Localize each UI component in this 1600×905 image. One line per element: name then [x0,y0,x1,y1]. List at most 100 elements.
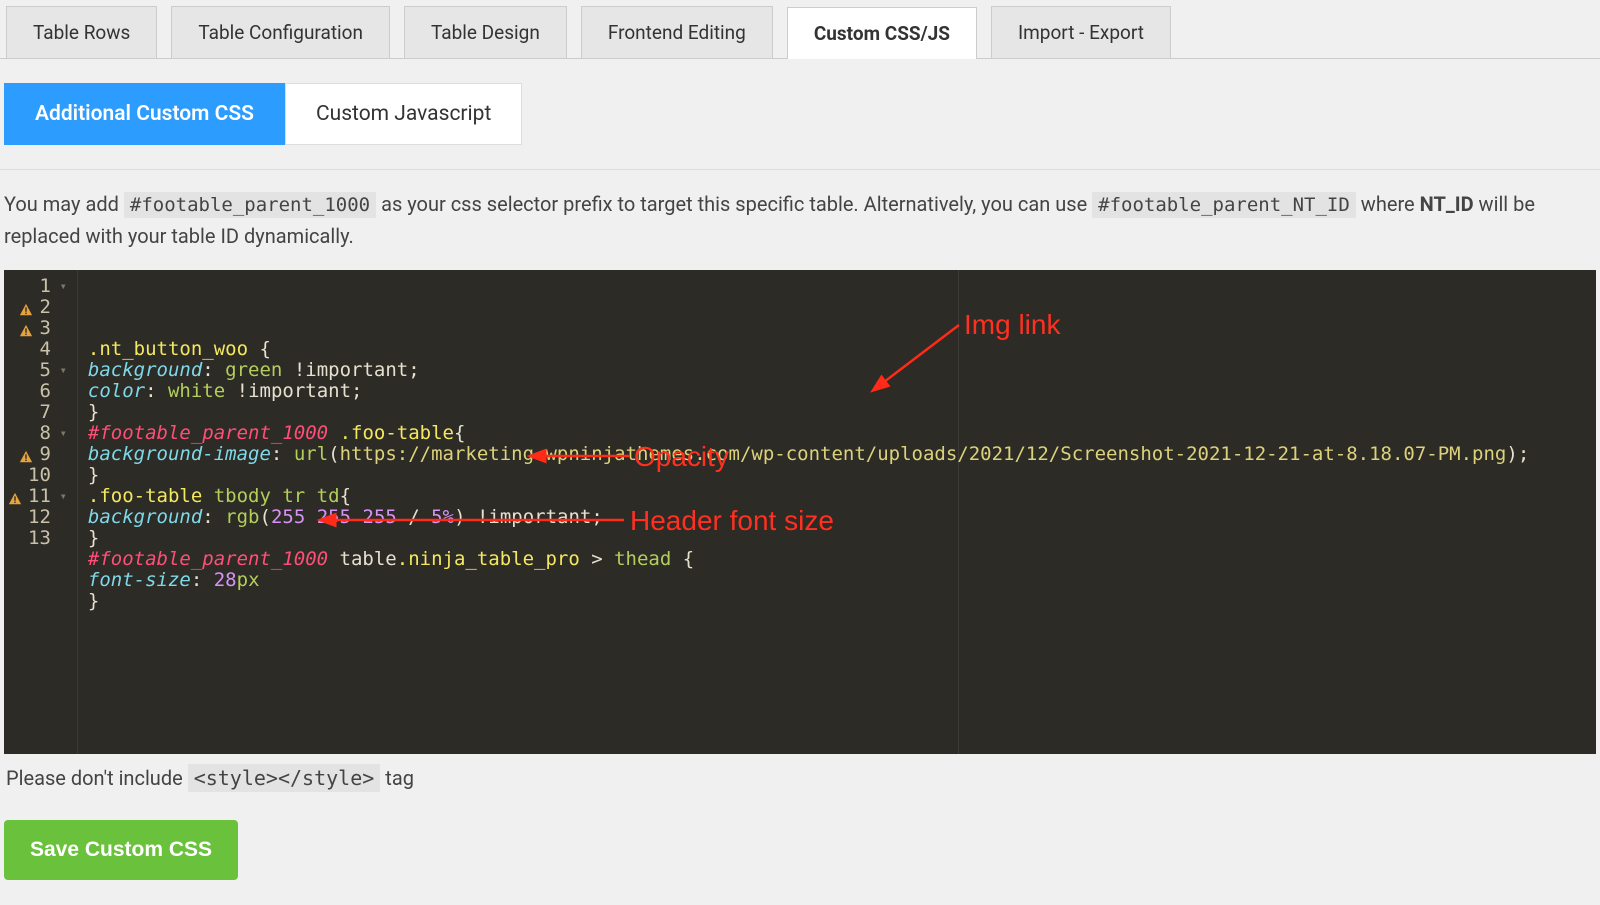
code-token: url [294,443,328,465]
code-line[interactable]: background: rgb(255 255 255 / 5%) !impor… [88,507,1586,528]
top-tab-bar: Table Rows Table Configuration Table Desig… [0,0,1600,59]
code-token: ; [408,359,419,381]
css-help-text: You may add #footable_parent_1000 as you… [0,169,1600,270]
line-number: 7 [39,402,50,423]
print-margin [958,270,959,754]
code-token: tbody tr td [214,485,340,507]
code-token: !important [282,359,408,381]
sub-tab-additional-custom-css[interactable]: Additional Custom CSS [4,83,285,145]
gutter-row: 9 [8,444,67,465]
code-token: ) [454,506,465,528]
code-token: { [683,548,694,570]
code-token: green [225,359,282,381]
line-number: 6 [39,381,50,402]
code-token: !important [225,380,351,402]
code-line[interactable]: background-image: url(https://marketing.… [88,444,1586,465]
help-text-part: as your css selector prefix to target th… [381,192,1092,216]
code-token: ; [591,506,602,528]
code-token [328,422,339,444]
code-token: ; [1518,443,1529,465]
code-token: .foo-table [340,422,454,444]
code-token: px [237,569,260,591]
sub-tab-bar: Additional Custom CSSCustom Javascript [0,59,1600,169]
code-token: { [454,422,465,444]
code-token: background-image [88,443,271,465]
code-token: .foo-table [88,485,214,507]
code-token: rgb [225,506,259,528]
code-token: color [88,380,145,402]
code-line[interactable]: color: white !important; [88,381,1586,402]
code-token: } [88,464,99,486]
tab-table-rows[interactable]: Table Rows [6,6,157,58]
tab-table-design[interactable]: Table Design [404,6,567,58]
code-token: } [88,527,99,549]
gutter-row: 2 [8,297,67,318]
code-token: thead [614,548,683,570]
selector-code-2: #footable_parent_NT_ID [1092,192,1356,218]
line-number: 8 [39,423,50,444]
tab-table-configuration[interactable]: Table Configuration [171,6,390,58]
gutter-row: 6 [8,381,67,402]
code-token: white [168,380,225,402]
tab-custom-css-js[interactable]: Custom CSS/JS [787,7,977,59]
code-token: 28 [214,569,237,591]
code-token: background [88,359,202,381]
gutter-row: 7 [8,402,67,423]
code-token: { [259,338,270,360]
code-line[interactable]: #footable_parent_1000 .foo-table{ [88,423,1586,444]
code-token: .ninja_table_pro [397,548,580,570]
code-token: ( [328,443,339,465]
code-line[interactable]: } [88,591,1586,612]
fold-icon[interactable]: ▾ [57,280,67,293]
line-number: 2 [39,297,50,318]
sub-tab-custom-javascript[interactable]: Custom Javascript [285,83,522,145]
tab-import-export[interactable]: Import - Export [991,6,1171,58]
help-text-part: where [1361,192,1420,216]
line-number: 4 [39,339,50,360]
code-token: } [88,590,99,612]
warning-icon [8,490,22,504]
selector-code-1: #footable_parent_1000 [124,192,376,218]
code-token [305,506,316,528]
code-token: : [271,443,294,465]
code-line[interactable]: } [88,402,1586,423]
editor-code-area[interactable]: .nt_button_woo {background: green !impor… [78,270,1596,754]
code-token: ) [1506,443,1517,465]
line-number: 11 [28,486,51,507]
code-token: : [202,506,225,528]
line-number: 3 [39,318,50,339]
code-line[interactable]: background: green !important; [88,360,1586,381]
warning-icon [19,448,33,462]
code-token: / [397,506,431,528]
fold-icon[interactable]: ▾ [57,490,67,503]
line-number: 12 [28,507,51,528]
line-number: 9 [39,444,50,465]
gutter-row: 1▾ [8,276,67,297]
code-token: : [202,359,225,381]
fold-icon[interactable]: ▾ [57,364,67,377]
gutter-row: 12 [8,507,67,528]
code-line[interactable]: } [88,465,1586,486]
code-token: 255 [271,506,305,528]
code-token: font-size [88,569,191,591]
gutter-row: 4 [8,339,67,360]
save-custom-css-button[interactable]: Save Custom CSS [4,820,238,880]
footer-note: Please don't include <style></style> tag [0,754,1600,802]
code-token: : [145,380,168,402]
fold-icon[interactable]: ▾ [57,427,67,440]
code-line[interactable]: .nt_button_woo { [88,339,1586,360]
code-token: { [340,485,351,507]
code-token: https://marketing.wpninjathemes.com/wp-c… [340,443,1507,465]
code-line[interactable]: } [88,528,1586,549]
code-line[interactable]: .foo-table tbody tr td{ [88,486,1586,507]
gutter-row: 8▾ [8,423,67,444]
code-line[interactable]: font-size: 28px [88,570,1586,591]
tab-frontend-editing[interactable]: Frontend Editing [581,6,773,58]
gutter-row: 11 ▾ [8,486,67,507]
css-code-editor[interactable]: 1▾2345▾678▾91011▾1213 .nt_button_woo {ba… [4,270,1596,754]
help-text-bold: NT_ID [1420,192,1474,216]
code-line[interactable]: #footable_parent_1000 table.ninja_table_… [88,549,1586,570]
code-token: : [191,569,214,591]
code-token: table [328,548,397,570]
footer-note-prefix: Please don't include [6,766,188,790]
